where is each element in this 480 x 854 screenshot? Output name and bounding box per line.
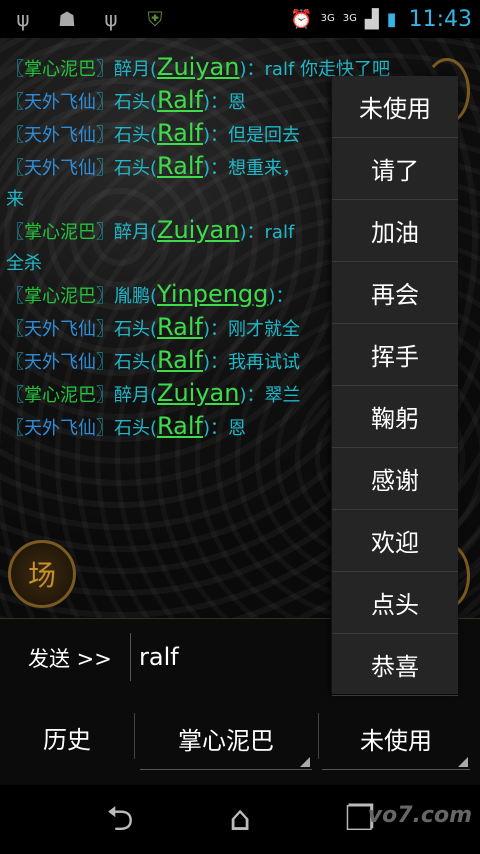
emote-spinner[interactable]: 未使用 xyxy=(322,707,470,770)
speaker-name: 石头 xyxy=(114,158,150,179)
history-button[interactable]: 历史 xyxy=(0,707,134,767)
field-map-button[interactable]: 场 xyxy=(8,540,76,608)
username-link[interactable]: Ralf xyxy=(157,152,203,180)
speaker-name: 醉月 xyxy=(114,222,150,243)
username-link[interactable]: Ralf xyxy=(157,412,203,440)
battery-charging-icon: ▮ xyxy=(386,8,397,30)
spinner-corner-icon xyxy=(300,757,310,767)
message-text: ：ralf xyxy=(246,222,295,243)
speaker-name: 醉月 xyxy=(114,385,150,406)
message-text: ：翠兰 xyxy=(246,385,301,406)
speaker-name: 胤鹏 xyxy=(114,286,150,307)
back-icon[interactable]: ⮌ xyxy=(90,799,150,839)
signal-icon: ▟ xyxy=(364,8,379,30)
dropdown-item[interactable]: 请了 xyxy=(332,138,458,200)
speaker-name: 石头 xyxy=(114,418,150,439)
dropdown-item[interactable]: 未使用 xyxy=(332,76,458,138)
message-text: ： xyxy=(275,286,294,307)
message-text: ：刚才就全 xyxy=(210,319,301,340)
guild-name: 天外飞仙 xyxy=(24,352,96,373)
username-link[interactable]: Zuiyan xyxy=(157,216,239,244)
status-left-icons: ψ ☗ ψ ⛨ xyxy=(10,6,168,32)
message-text: ：恩 xyxy=(210,92,247,113)
guild-name: 掌心泥巴 xyxy=(24,222,96,243)
divider xyxy=(134,713,135,759)
guild-name: 掌心泥巴 xyxy=(24,385,96,406)
username-link[interactable]: Zuiyan xyxy=(157,53,239,81)
username-link[interactable]: Ralf xyxy=(157,86,203,114)
speaker-name: 醉月 xyxy=(114,59,150,80)
channel-spinner-value: 掌心泥巴 xyxy=(178,726,274,755)
send-button[interactable]: 发送 >> xyxy=(28,643,112,673)
network-3g-label: 3G xyxy=(320,13,335,24)
status-bar: ψ ☗ ψ ⛨ ⏰ 3G 3G ▟ ▮ 11:43 xyxy=(0,0,480,38)
message-text: ：恩 xyxy=(210,418,247,439)
watermark-logo: vo7.com xyxy=(367,803,472,828)
alarm-icon: ⏰ xyxy=(290,8,313,30)
dropdown-item[interactable]: 挥手 xyxy=(332,324,458,386)
usb-icon: ψ xyxy=(104,7,118,31)
message-text: ：但是回去 xyxy=(210,125,301,146)
guild-name: 天外飞仙 xyxy=(24,158,96,179)
dropdown-item[interactable]: 恭喜 xyxy=(332,634,458,696)
speaker-name: 石头 xyxy=(114,125,150,146)
username-link[interactable]: Ralf xyxy=(157,119,203,147)
username-link[interactable]: Zuiyan xyxy=(157,379,239,407)
emote-spinner-value: 未使用 xyxy=(360,726,432,755)
bottom-controls: 历史 掌心泥巴 未使用 xyxy=(0,695,480,785)
home-icon[interactable]: ⌂ xyxy=(210,799,270,839)
guild-name: 天外飞仙 xyxy=(24,418,96,439)
shield-icon: ⛨ xyxy=(147,7,163,31)
dropdown-item[interactable]: 鞠躬 xyxy=(332,386,458,448)
guild-name: 掌心泥巴 xyxy=(24,286,96,307)
android-debug-icon: ☗ xyxy=(58,7,76,31)
speaker-name: 石头 xyxy=(114,352,150,373)
divider xyxy=(318,713,319,759)
network-3g-label-2: 3G xyxy=(342,13,357,24)
dropdown-item[interactable]: 点头 xyxy=(332,572,458,634)
channel-spinner[interactable]: 掌心泥巴 xyxy=(140,707,312,770)
username-link[interactable]: Ralf xyxy=(157,313,203,341)
guild-name: 天外飞仙 xyxy=(24,92,96,113)
guild-name: 天外飞仙 xyxy=(24,125,96,146)
dropdown-item[interactable]: 欢迎 xyxy=(332,510,458,572)
username-link[interactable]: Yinpengg xyxy=(157,280,268,308)
username-link[interactable]: Ralf xyxy=(157,346,203,374)
spinner-corner-icon xyxy=(458,757,468,767)
clock: 11:43 xyxy=(408,6,472,32)
dropdown-item[interactable]: 加油 xyxy=(332,200,458,262)
emote-dropdown-menu[interactable]: 未使用 请了 加油 再会 挥手 鞠躬 感谢 欢迎 点头 恭喜 xyxy=(331,76,458,696)
speaker-name: 石头 xyxy=(114,92,150,113)
guild-name: 掌心泥巴 xyxy=(24,59,96,80)
guild-name: 天外飞仙 xyxy=(24,319,96,340)
message-text: ：我再试试 xyxy=(210,352,301,373)
message-text: ：想重来， xyxy=(210,158,301,179)
system-nav-bar: ⮌ ⌂ ❐ vo7.com xyxy=(0,785,480,854)
dropdown-item[interactable]: 再会 xyxy=(332,262,458,324)
speaker-name: 石头 xyxy=(114,319,150,340)
usb-icon: ψ xyxy=(16,7,30,31)
dropdown-item[interactable]: 感谢 xyxy=(332,448,458,510)
status-right-icons: ⏰ 3G 3G ▟ ▮ 11:43 xyxy=(290,0,472,38)
